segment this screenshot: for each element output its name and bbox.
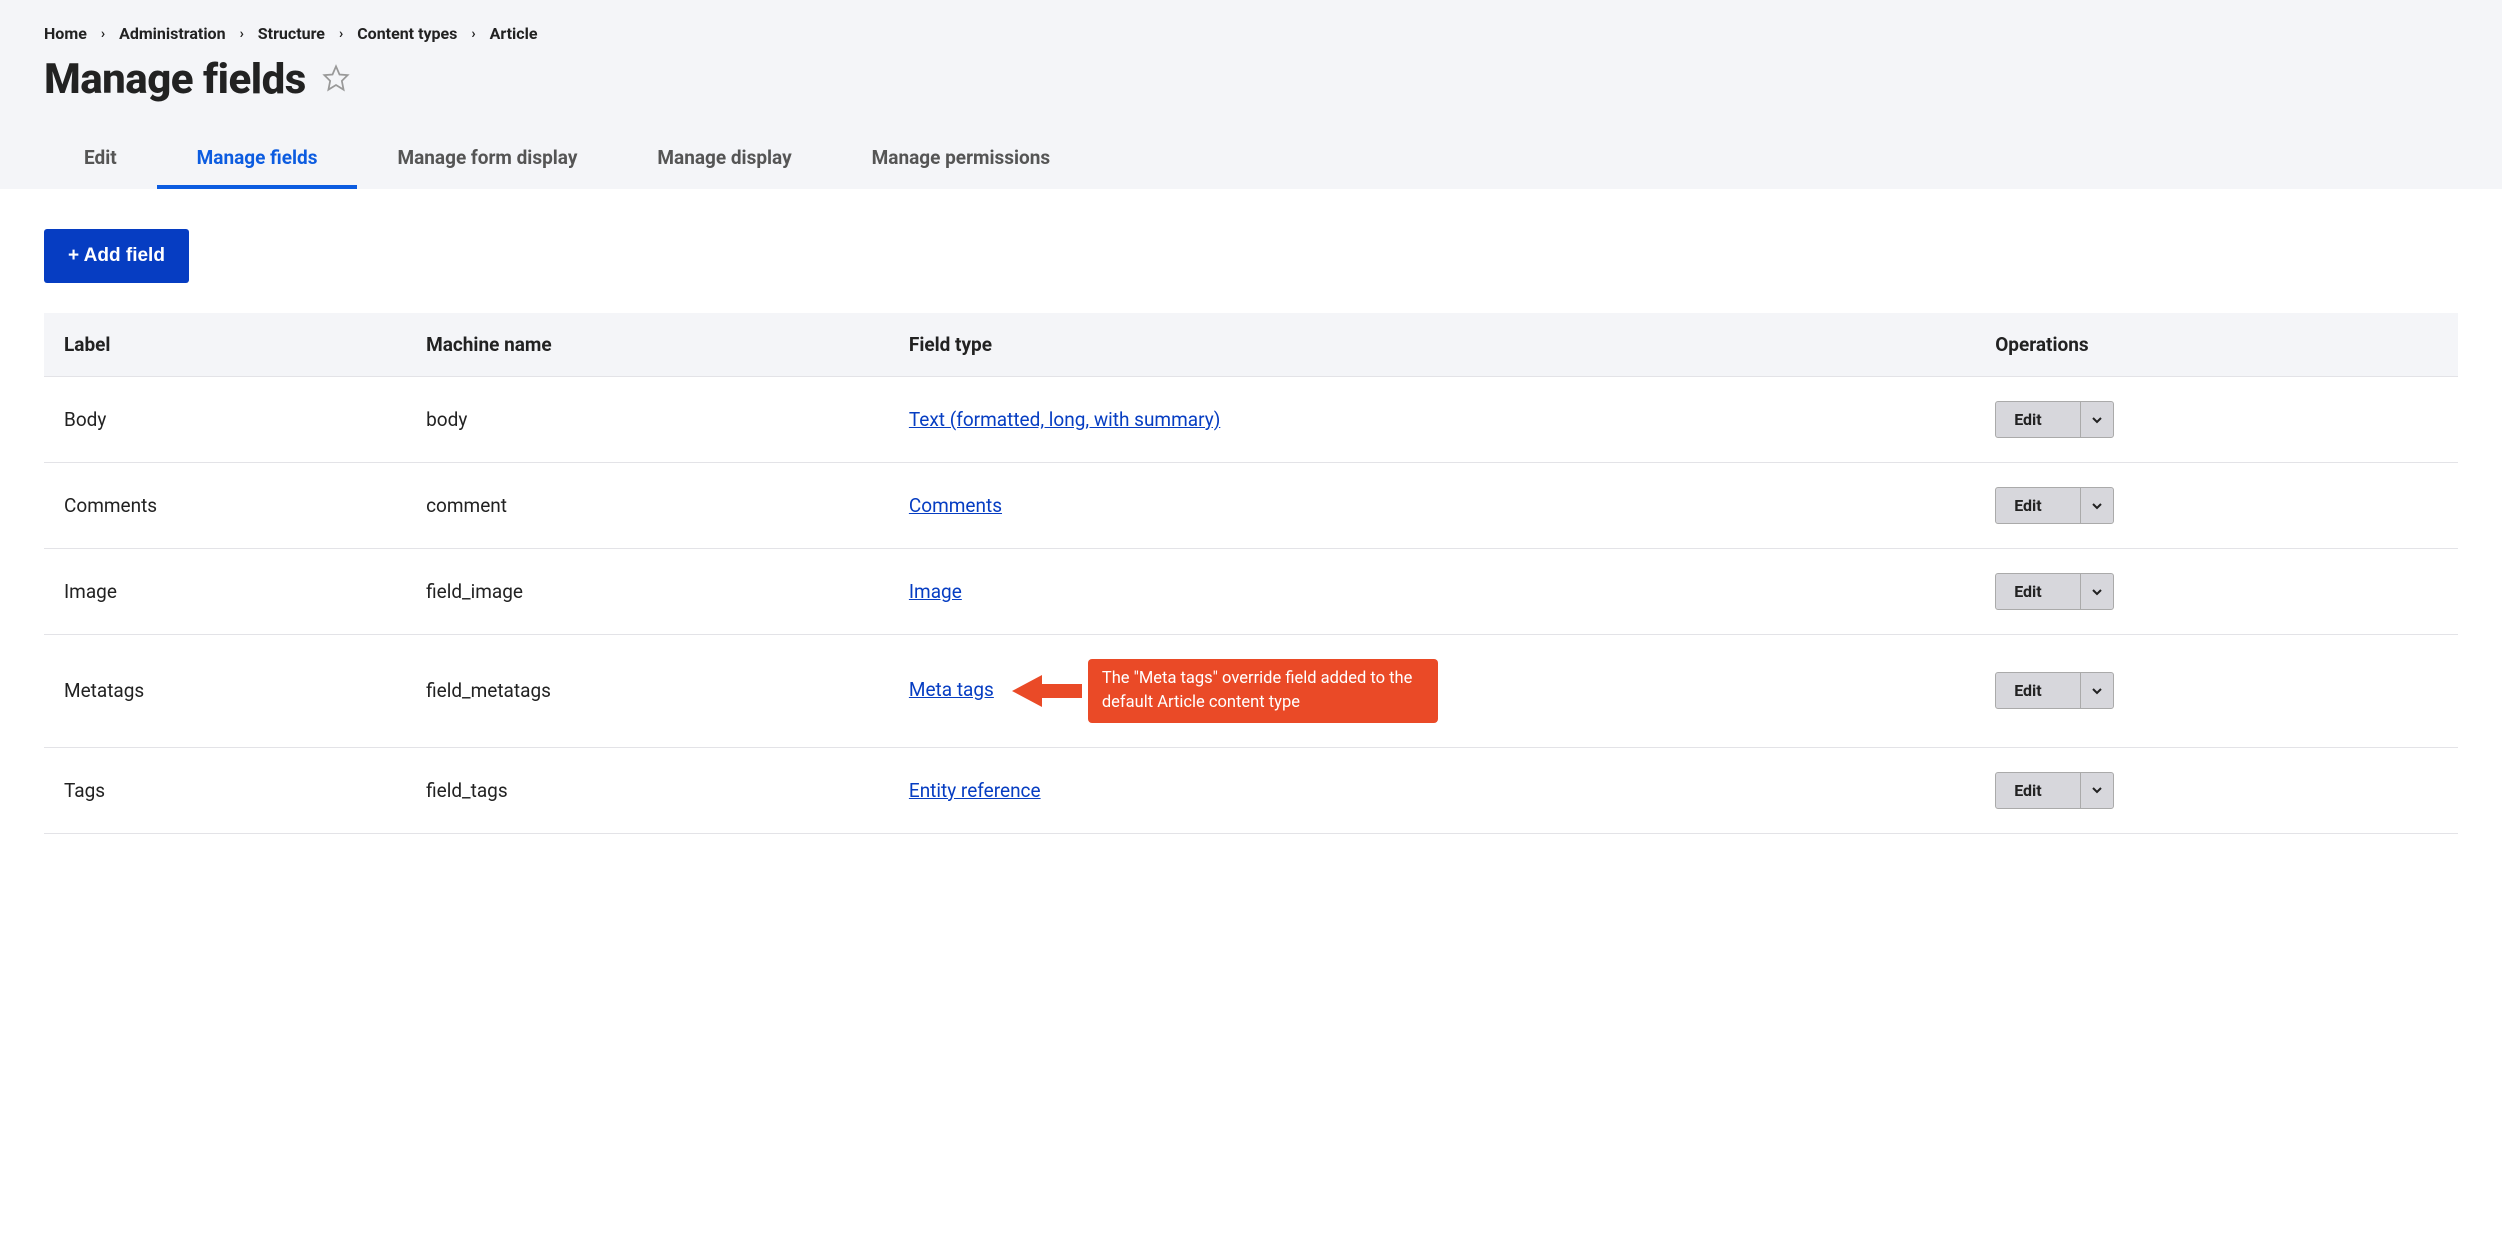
field-type-cell: Image — [889, 549, 1975, 635]
edit-button[interactable]: Edit — [1996, 402, 2080, 437]
chevron-right-icon: › — [339, 26, 343, 42]
operations-dropbutton: Edit — [1995, 573, 2114, 610]
header-operations: Operations — [1975, 313, 2458, 377]
field-label: Body — [44, 377, 406, 463]
arrow-left-icon — [1012, 671, 1082, 711]
table-row: Imagefield_imageImage Edit — [44, 549, 2458, 635]
operations-dropbutton: Edit — [1995, 772, 2114, 809]
chevron-down-icon — [2090, 684, 2104, 698]
chevron-right-icon: › — [240, 26, 244, 42]
operations-dropbutton: Edit — [1995, 487, 2114, 524]
field-label: Tags — [44, 747, 406, 833]
operations-dropdown-toggle[interactable] — [2080, 488, 2113, 523]
chevron-down-icon — [2090, 783, 2104, 797]
header-label: Label — [44, 313, 406, 377]
page-title: Manage fields — [44, 55, 306, 104]
tab-manage-permissions[interactable]: Manage permissions — [832, 132, 1091, 189]
breadcrumb-item[interactable]: Home — [44, 24, 87, 43]
field-type-link[interactable]: Meta tags — [909, 678, 994, 701]
tab-edit[interactable]: Edit — [44, 132, 157, 189]
chevron-right-icon: › — [101, 26, 105, 42]
edit-button[interactable]: Edit — [1996, 773, 2080, 808]
breadcrumb-item[interactable]: Administration — [119, 24, 226, 43]
field-operations: Edit — [1975, 635, 2458, 748]
field-type-cell: Comments — [889, 463, 1975, 549]
table-row: Bodybody Text (formatted, long, with summ… — [44, 377, 2458, 463]
table-row: Metatagsfield_metatagsMeta tags The "Met… — [44, 635, 2458, 748]
tabs: EditManage fieldsManage form displayMana… — [44, 132, 2458, 189]
fields-table: Label Machine name Field type Operations… — [44, 313, 2458, 834]
field-type-cell: Text (formatted, long, with summary) — [889, 377, 1975, 463]
chevron-down-icon — [2090, 499, 2104, 513]
field-type-cell: Meta tags The "Meta tags" override field… — [889, 635, 1975, 748]
field-machine-name: field_metatags — [406, 635, 889, 748]
breadcrumb-item[interactable]: Article — [490, 24, 538, 43]
field-operations: Edit — [1975, 747, 2458, 833]
header-machine-name: Machine name — [406, 313, 889, 377]
field-label: Image — [44, 549, 406, 635]
breadcrumb-item[interactable]: Content types — [357, 24, 457, 43]
operations-dropbutton: Edit — [1995, 401, 2114, 438]
chevron-down-icon — [2090, 413, 2104, 427]
fields-table-body: Bodybody Text (formatted, long, with summ… — [44, 377, 2458, 834]
edit-button[interactable]: Edit — [1996, 488, 2080, 523]
tab-manage-form-display[interactable]: Manage form display — [357, 132, 617, 189]
field-machine-name: field_image — [406, 549, 889, 635]
tab-manage-display[interactable]: Manage display — [617, 132, 831, 189]
favorite-star-icon[interactable] — [322, 64, 350, 96]
operations-dropdown-toggle[interactable] — [2080, 402, 2113, 437]
field-type-link[interactable]: Text (formatted, long, with summary) — [909, 408, 1220, 431]
field-label: Metatags — [44, 635, 406, 748]
operations-dropdown-toggle[interactable] — [2080, 673, 2113, 708]
field-machine-name: body — [406, 377, 889, 463]
field-machine-name: field_tags — [406, 747, 889, 833]
field-type-cell: Entity reference — [889, 747, 1975, 833]
edit-button[interactable]: Edit — [1996, 574, 2080, 609]
operations-dropdown-toggle[interactable] — [2080, 574, 2113, 609]
field-operations: Edit — [1975, 463, 2458, 549]
field-operations: Edit — [1975, 377, 2458, 463]
callout-text: The "Meta tags" override field added to … — [1088, 659, 1438, 723]
tab-manage-fields[interactable]: Manage fields — [157, 132, 358, 189]
header-field-type: Field type — [889, 313, 1975, 377]
field-type-link[interactable]: Entity reference — [909, 779, 1041, 802]
field-type-link[interactable]: Comments — [909, 494, 1002, 517]
breadcrumb-item[interactable]: Structure — [258, 24, 325, 43]
add-field-button[interactable]: + Add field — [44, 229, 189, 283]
edit-button[interactable]: Edit — [1996, 673, 2080, 708]
table-row: Tagsfield_tags Entity reference Edit — [44, 747, 2458, 833]
field-label: Comments — [44, 463, 406, 549]
chevron-down-icon — [2090, 585, 2104, 599]
field-type-link[interactable]: Image — [909, 580, 962, 603]
operations-dropdown-toggle[interactable] — [2080, 773, 2113, 808]
chevron-right-icon: › — [471, 26, 475, 42]
annotation-callout: The "Meta tags" override field added to … — [1012, 659, 1438, 723]
field-operations: Edit — [1975, 549, 2458, 635]
field-machine-name: comment — [406, 463, 889, 549]
operations-dropbutton: Edit — [1995, 672, 2114, 709]
breadcrumb: Home › Administration › Structure › Content ty… — [44, 24, 2458, 43]
table-row: CommentscommentComments Edit — [44, 463, 2458, 549]
